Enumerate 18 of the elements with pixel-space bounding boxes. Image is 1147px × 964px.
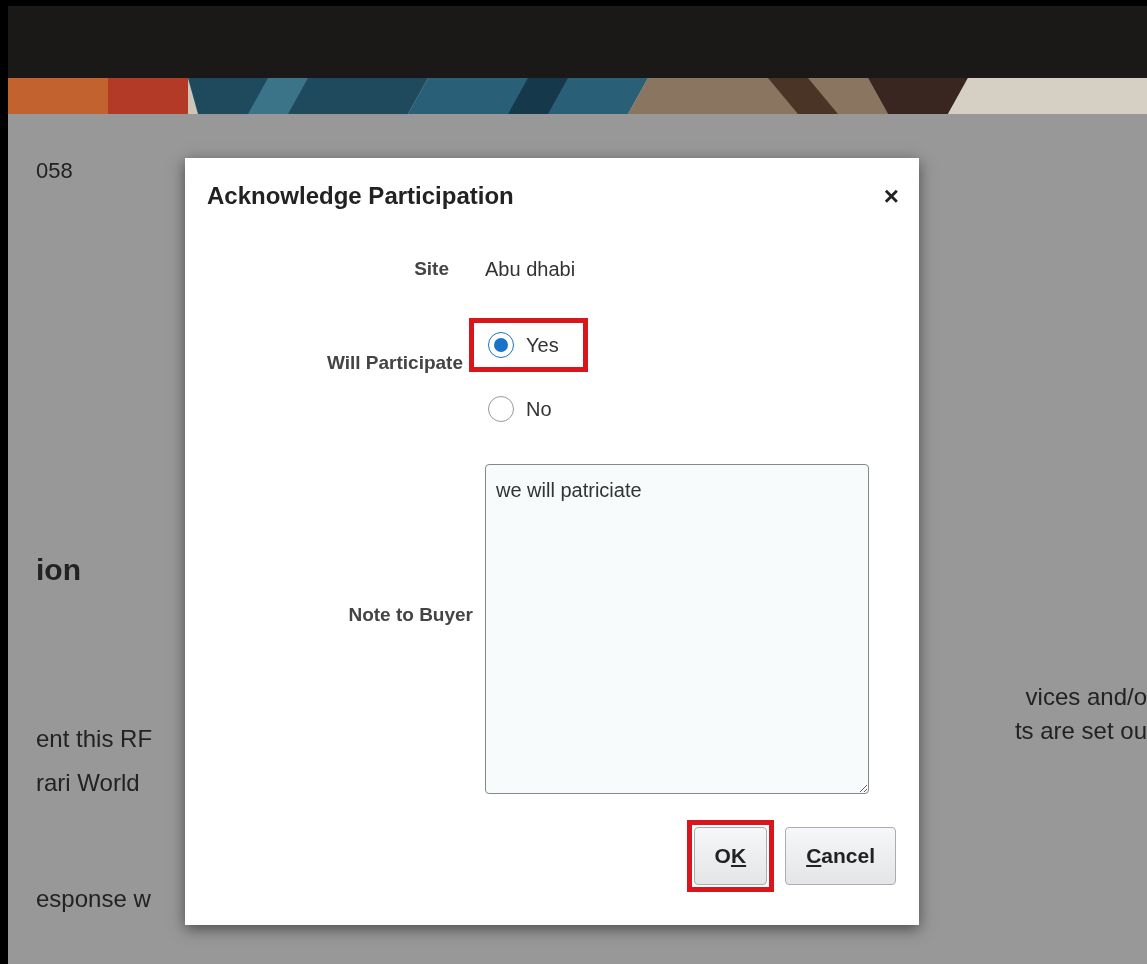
page-text: vices and/o (1025, 682, 1147, 712)
note-textarea[interactable]: we will patriciate (485, 464, 869, 794)
dialog-button[interactable]: OK (693, 827, 768, 885)
dialog-title: Acknowledge Participation (207, 181, 514, 211)
field-label: Site (413, 256, 449, 281)
field-label: Will Participate (325, 350, 463, 375)
dialog-button[interactable]: Cancel (785, 827, 896, 885)
radio-option[interactable]: Yes (488, 331, 559, 359)
page-text: ts are set ou (1014, 716, 1147, 746)
radio-option[interactable]: No (488, 395, 552, 423)
close-button[interactable]: × (879, 183, 903, 209)
page-text: esponse w (36, 884, 151, 914)
page-text: 058 (36, 157, 73, 185)
page-text: ent this RF (36, 724, 153, 754)
page-text: rari World (36, 768, 140, 798)
section-heading: ion (36, 552, 81, 588)
field-value: Abu dhabi (485, 257, 577, 282)
field-label: Note to Buyer (347, 602, 473, 627)
